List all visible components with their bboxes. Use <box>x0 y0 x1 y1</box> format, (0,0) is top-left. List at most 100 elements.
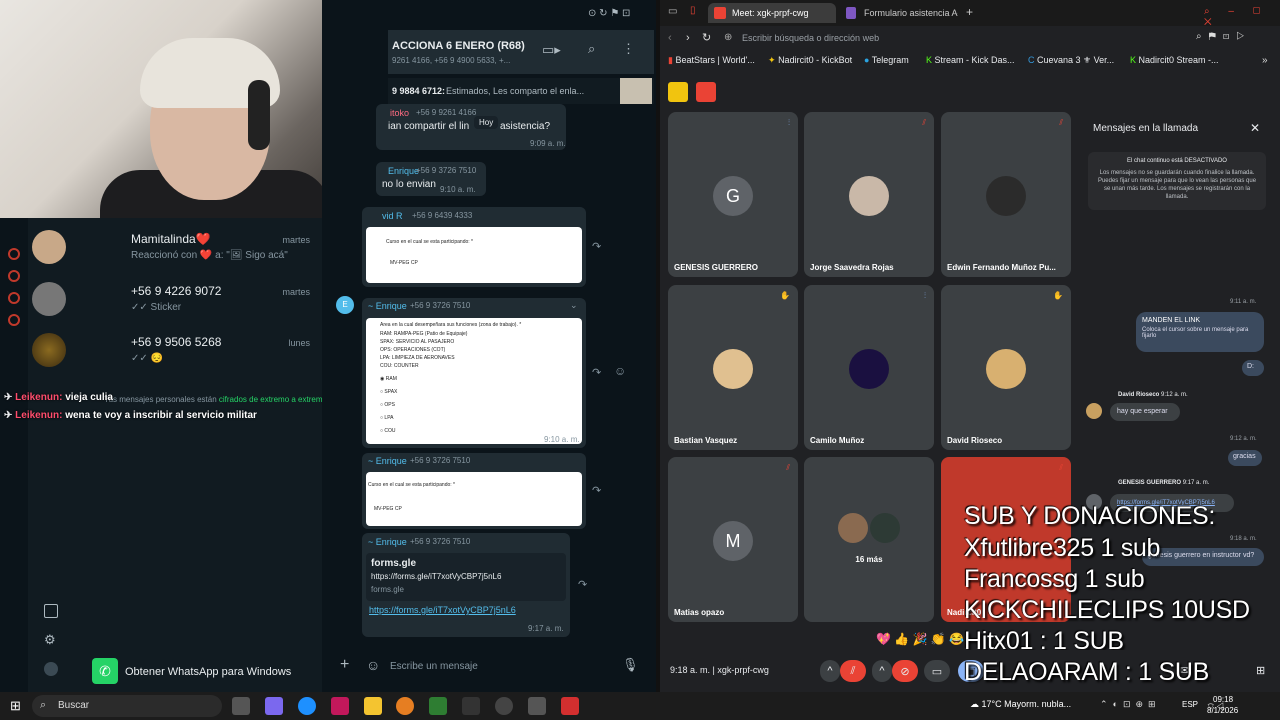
encryption-note: Tus mensajes personales están cifrados d… <box>104 395 327 404</box>
mic-toggle-button[interactable]: ⫽ <box>840 660 866 682</box>
message-bubble[interactable]: itoko +56 9 9261 4166 ian compartir el l… <box>376 104 566 150</box>
bookmark[interactable]: K Nadircit0 Stream -... <box>1130 55 1219 65</box>
epic-games-icon[interactable] <box>462 697 480 715</box>
app-icon[interactable] <box>561 697 579 715</box>
chat-item[interactable]: +56 9 9506 5268 lunes ✓✓ 😔 <box>32 333 310 383</box>
status-icon[interactable] <box>8 248 20 260</box>
new-tab-icon[interactable]: + <box>966 5 973 19</box>
tray-icons[interactable]: ⌃◐⊡⊕⊞ <box>1100 699 1161 710</box>
link-preview[interactable]: forms.gle https://forms.gle/iT7xotVyCBP7… <box>366 553 566 601</box>
form-screenshot[interactable]: Area en la cual desempeñara sus funcione… <box>366 318 582 444</box>
channels-icon[interactable] <box>8 270 20 282</box>
message-bubble[interactable]: vid R +56 9 6439 4333 Curso en el cual s… <box>362 207 586 287</box>
video-options-button[interactable]: ^ <box>872 660 892 682</box>
reload-icon[interactable]: ↻ <box>702 31 711 44</box>
bookmarks-overflow-icon[interactable]: » <box>1262 55 1268 66</box>
tab-form[interactable]: Formulario asistencia Acc <box>840 3 958 23</box>
form-line: SPAX: SERVICIO AL PASAJERO <box>380 339 455 345</box>
weather-widget[interactable]: ☁ 17°C Mayorm. nubla... <box>970 699 1071 710</box>
chevron-down-icon[interactable]: ⌄ <box>570 300 578 311</box>
meet-activity-icon[interactable] <box>668 82 688 102</box>
bookmark[interactable]: K Stream - Kick Das... <box>926 55 1015 65</box>
bookmark[interactable]: ● Telegram <box>864 55 909 65</box>
emoji-react-icon[interactable]: ☺ <box>614 364 626 378</box>
forward-icon[interactable]: ↷ <box>578 578 587 591</box>
toolbar-icons[interactable]: ⌕⚑⊡▷ <box>1196 31 1251 42</box>
meta-ai-icon[interactable] <box>8 314 20 326</box>
apps-grid-icon[interactable]: ⊞ <box>1256 664 1265 677</box>
chat-message[interactable]: gracias <box>1228 450 1262 466</box>
message-time: 9:12 a. m. <box>1161 392 1188 398</box>
message-link[interactable]: https://forms.gle/iT7xotVyCBP7j5nL6 <box>369 605 516 615</box>
app-icon[interactable] <box>331 697 349 715</box>
archive-icon[interactable] <box>44 604 58 618</box>
clock-date[interactable]: 8/1/2026 <box>1207 706 1238 715</box>
close-icon[interactable]: ✕ <box>1250 121 1260 135</box>
window-controls[interactable]: ⊙ ↻ ⚑ ⊡ <box>588 8 630 19</box>
participant-tile[interactable]: ⫶ Camilo Muñoz <box>804 285 934 450</box>
emoji-icon[interactable]: ☺ <box>366 657 380 673</box>
reaction-bar[interactable]: 💖 👍 🎉 👏 😂 <box>876 632 964 646</box>
get-whatsapp-button[interactable]: ✆ Obtener WhatsApp para Windows <box>92 658 302 686</box>
participant-tile[interactable]: ⫽ Jorge Saavedra Rojas <box>804 112 934 277</box>
chat-message[interactable]: genesis guerrero en instructor vd? <box>1142 548 1264 566</box>
avatar <box>986 176 1026 216</box>
tab-overview-icon[interactable]: ▭ <box>668 6 677 17</box>
audio-options-button[interactable]: ^ <box>820 660 840 682</box>
app-icon[interactable] <box>429 697 447 715</box>
clock-time[interactable]: 09:18 <box>1213 695 1233 704</box>
settings-icon[interactable]: ⚙ <box>44 632 56 648</box>
message-bubble[interactable]: Enrique +56 9 3726 7510 no lo envian 9:1… <box>376 162 486 196</box>
start-icon[interactable]: ⊞ <box>10 698 21 714</box>
tab-meet[interactable]: Meet: xgk-prpf-cwg <box>708 3 836 23</box>
address-bar[interactable]: ⊕ Escribir búsqueda o dirección web <box>720 30 1220 48</box>
message-bubble[interactable]: ~ Enrique +56 9 3726 7510 ⌄ Area en la c… <box>362 298 586 448</box>
back-icon[interactable]: ‹ <box>668 32 672 44</box>
bookmark[interactable]: ✦ Nadircit0 - KickBot <box>768 55 852 66</box>
edge-icon[interactable] <box>298 697 316 715</box>
chat-message[interactable]: hay que esperar <box>1110 403 1180 421</box>
communities-icon[interactable] <box>8 292 20 304</box>
window-controls[interactable]: ⌕ – ▢ ✕ <box>1204 6 1280 28</box>
profile-icon[interactable] <box>44 662 58 676</box>
more-options-icon[interactable]: ⋮ <box>622 41 635 57</box>
copilot-icon[interactable] <box>265 697 283 715</box>
participant-tile[interactable]: ⫽ M Matias opazo <box>668 457 798 622</box>
forward-icon[interactable]: ↷ <box>592 484 601 497</box>
forward-nav-icon[interactable]: › <box>686 32 690 44</box>
participant-tile[interactable]: ✋ David Rioseco <box>941 285 1071 450</box>
forward-icon[interactable]: ↷ <box>592 240 601 253</box>
message-bubble[interactable]: ~ Enrique +56 9 3726 7510 Curso en el cu… <box>362 453 586 529</box>
message-bubble[interactable]: ~ Enrique +56 9 3726 7510 forms.gle http… <box>362 533 570 637</box>
firefox-icon[interactable] <box>396 697 414 715</box>
taskbar-search[interactable]: ⌕ Buscar <box>32 695 222 717</box>
camera-toggle-button[interactable]: ⊘ <box>892 660 918 682</box>
participant-tile[interactable]: ⫶ G GENESIS GUERRERO <box>668 112 798 277</box>
app-icon[interactable] <box>528 697 546 715</box>
pinned-message[interactable]: 9 9884 6712: Estimados, Les comparto el … <box>388 78 654 104</box>
page-icon[interactable]: ▯ <box>690 5 696 16</box>
attach-plus-icon[interactable]: + <box>340 656 349 674</box>
encryption-link[interactable]: cifrados de extremo a extremo <box>219 395 327 404</box>
bookmark[interactable]: ▮ BeatStars | World'... <box>668 55 755 66</box>
search-icon[interactable]: ⌕ <box>588 41 595 57</box>
captions-button[interactable]: ▭ <box>924 660 950 682</box>
language-indicator[interactable]: ESP <box>1182 700 1198 709</box>
obs-icon[interactable] <box>495 697 513 715</box>
recording-icon[interactable] <box>696 82 716 102</box>
file-explorer-icon[interactable] <box>364 697 382 715</box>
video-call-icon[interactable]: ▭▸ <box>542 42 561 58</box>
chat-item[interactable]: Mamitalinda❤️ martes Reaccionó con ❤️ a:… <box>32 230 310 280</box>
microphone-icon[interactable]: 🎙 <box>622 657 639 673</box>
message-input[interactable]: Escribe un mensaje <box>390 661 478 672</box>
participant-tile[interactable]: ✋ Bastian Vasquez <box>668 285 798 450</box>
bookmark[interactable]: C Cuevana 3 ⚜ Ver... <box>1028 55 1114 66</box>
participant-tile[interactable]: ⫽ Edwin Fernando Muñoz Pu... <box>941 112 1071 277</box>
chat-message[interactable]: D: <box>1242 360 1264 376</box>
chat-header[interactable]: ACCIONA 6 ENERO (R68) 9261 4166, +56 9 4… <box>388 30 654 74</box>
forward-icon[interactable]: ↷ <box>592 366 601 379</box>
task-view-icon[interactable] <box>232 697 250 715</box>
more-participants-tile[interactable]: 16 más <box>804 457 934 622</box>
pinned-chat-message[interactable]: MANDEN EL LINK Coloca el cursor sobre un… <box>1136 312 1264 352</box>
chat-item[interactable]: +56 9 4226 9072 martes ✓✓ Sticker <box>32 282 310 332</box>
